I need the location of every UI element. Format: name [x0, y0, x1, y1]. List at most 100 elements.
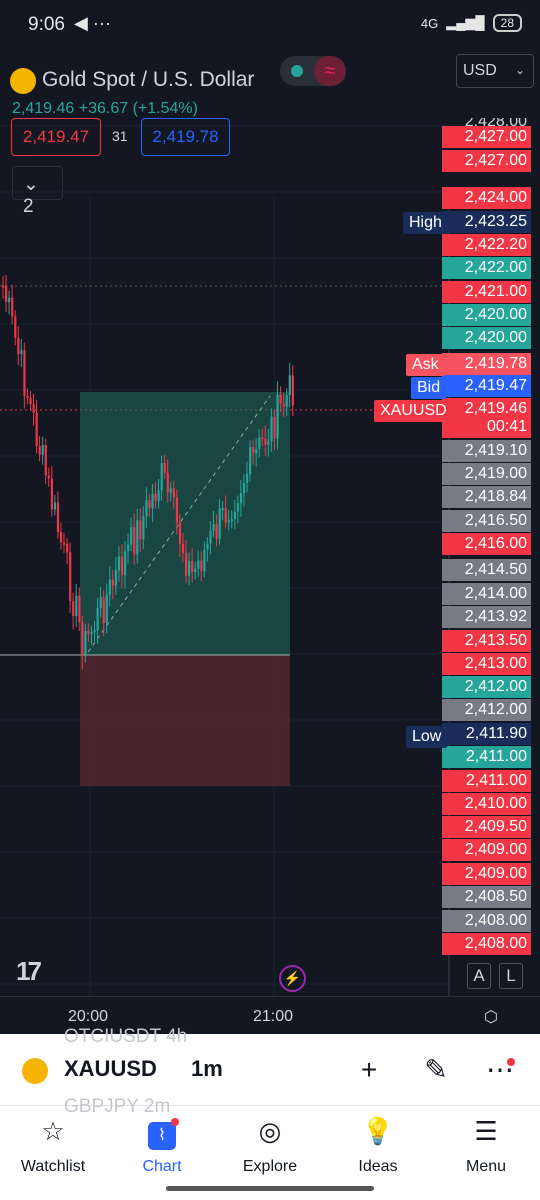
tradingview-logo: 17: [16, 956, 42, 986]
chevron-down-icon: ⌄: [23, 174, 39, 195]
bottom-panel: OTCIUSDT 4h XAUUSD 1m + ✎ ⋯ GBPJPY 2m ☆ …: [0, 1026, 540, 1200]
candle: [114, 570, 118, 586]
price-axis-label: 2,414.00: [442, 583, 531, 605]
symbol-title[interactable]: Gold Spot / U.S. Dollar: [42, 68, 254, 92]
candle: [206, 543, 209, 550]
price-axis-label: 2,408.50: [442, 886, 531, 908]
buy-button[interactable]: 2,419.78: [141, 118, 230, 156]
candle: [258, 437, 261, 449]
candle: [188, 561, 191, 576]
price-axis-label: 2,419.47: [442, 375, 531, 397]
candle: [148, 500, 151, 509]
candle: [249, 446, 252, 474]
price-axis-label: 2,411.00: [442, 746, 531, 768]
candle: [117, 556, 121, 571]
settings-icon[interactable]: ⬡: [484, 1007, 504, 1027]
price-change-pct: (+1.54%): [132, 100, 198, 117]
candle: [185, 552, 188, 576]
nav-ideas[interactable]: 💡 Ideas: [333, 1114, 423, 1176]
candle: [230, 519, 233, 522]
nav-label: Ideas: [358, 1158, 398, 1175]
spread-value: 31: [112, 128, 128, 144]
candle: [264, 438, 267, 445]
log-scale-button[interactable]: L: [499, 963, 523, 989]
candle: [227, 520, 230, 523]
nav-watchlist[interactable]: ☆ Watchlist: [8, 1114, 98, 1176]
candle: [215, 524, 218, 539]
candle: [181, 543, 185, 553]
price-change-line: 2,419.46 +36.67 (+1.54%): [12, 100, 198, 118]
sell-button[interactable]: 2,419.47: [11, 118, 101, 156]
price-axis-label: 2,416.50: [442, 510, 531, 532]
candle: [160, 463, 163, 491]
currency-select[interactable]: USD ⌄: [456, 54, 534, 88]
candle: [81, 622, 84, 657]
timeframe-button[interactable]: 1m: [191, 1056, 223, 1082]
indicators-count: 2: [23, 196, 34, 217]
price-axis-label: 2,409.00: [442, 863, 531, 885]
candle: [255, 448, 258, 454]
pen-icon[interactable]: ✎: [418, 1052, 454, 1088]
price-axis-label: 2,412.00: [442, 676, 531, 698]
nav-menu[interactable]: ☰ Menu: [441, 1114, 531, 1176]
signal-icon: ▂▄▆█: [446, 15, 485, 30]
chart-area[interactable]: Gold Spot / U.S. Dollar 2,419.46 +36.67 …: [0, 46, 540, 1034]
market-status-dot[interactable]: [291, 65, 303, 77]
candle: [2, 285, 5, 288]
bid-tag: Bid: [411, 377, 447, 399]
home-indicator[interactable]: [166, 1186, 374, 1191]
price-axis-label: 2,423.25: [442, 211, 531, 233]
price-axis-label: 2,412.00: [442, 699, 531, 721]
lightning-icon[interactable]: ⚡: [279, 965, 306, 992]
candle: [44, 445, 47, 476]
candle: [108, 579, 111, 595]
nav-label: Menu: [465, 1158, 507, 1175]
candle: [194, 568, 197, 573]
candle: [75, 595, 78, 617]
wave-icon[interactable]: ≈: [314, 56, 346, 86]
candle: [102, 597, 105, 624]
candle: [191, 561, 194, 573]
candle: [273, 416, 276, 439]
nav-chart[interactable]: ⌇ Chart: [117, 1114, 207, 1176]
candle: [246, 473, 249, 484]
time-label: 21:00: [253, 1008, 294, 1025]
candle: [56, 502, 60, 533]
plus-icon[interactable]: +: [351, 1052, 387, 1088]
compass-icon: ◎: [258, 1116, 282, 1146]
candle: [151, 493, 154, 509]
candle: [175, 497, 179, 523]
indicators-toggle[interactable]: ⌄ 2: [12, 166, 63, 217]
auto-scale-button[interactable]: A: [467, 963, 491, 989]
price-axis-label: 2,416.00: [442, 533, 531, 555]
candle: [139, 520, 142, 540]
price-axis-label: 2,411.90: [442, 723, 531, 745]
candle: [23, 350, 26, 396]
chart-icon: ⌇: [117, 1114, 207, 1150]
stop-zone: [80, 655, 290, 786]
candle: [50, 478, 53, 510]
candle: [87, 630, 90, 634]
candle: [53, 502, 57, 510]
price-axis-label: 2,409.00: [442, 839, 531, 861]
candle: [142, 516, 145, 540]
candle: [66, 543, 69, 553]
candle: [130, 527, 133, 545]
status-bar: 9:06 ◀ ··· 4G ▂▄▆█ 28: [0, 0, 540, 46]
last-price: 2,419.46: [12, 100, 75, 117]
candle: [133, 527, 136, 555]
network-label: 4G: [420, 15, 439, 31]
candle: [276, 394, 279, 439]
nav-label: Explore: [242, 1158, 298, 1175]
candle: [166, 472, 169, 493]
candle: [78, 595, 81, 623]
symbol-button[interactable]: XAUUSD: [64, 1056, 157, 1082]
candle: [154, 493, 157, 502]
price-axis-label: 2,422.20: [442, 234, 531, 256]
candle: [145, 500, 148, 517]
notification-dot: [507, 1058, 515, 1066]
quick-toggles[interactable]: ≈: [280, 56, 346, 86]
ask-tag: Ask: [406, 354, 445, 376]
nav-explore[interactable]: ◎ Explore: [225, 1114, 315, 1176]
price-axis-label: 2,419.78: [442, 353, 531, 375]
